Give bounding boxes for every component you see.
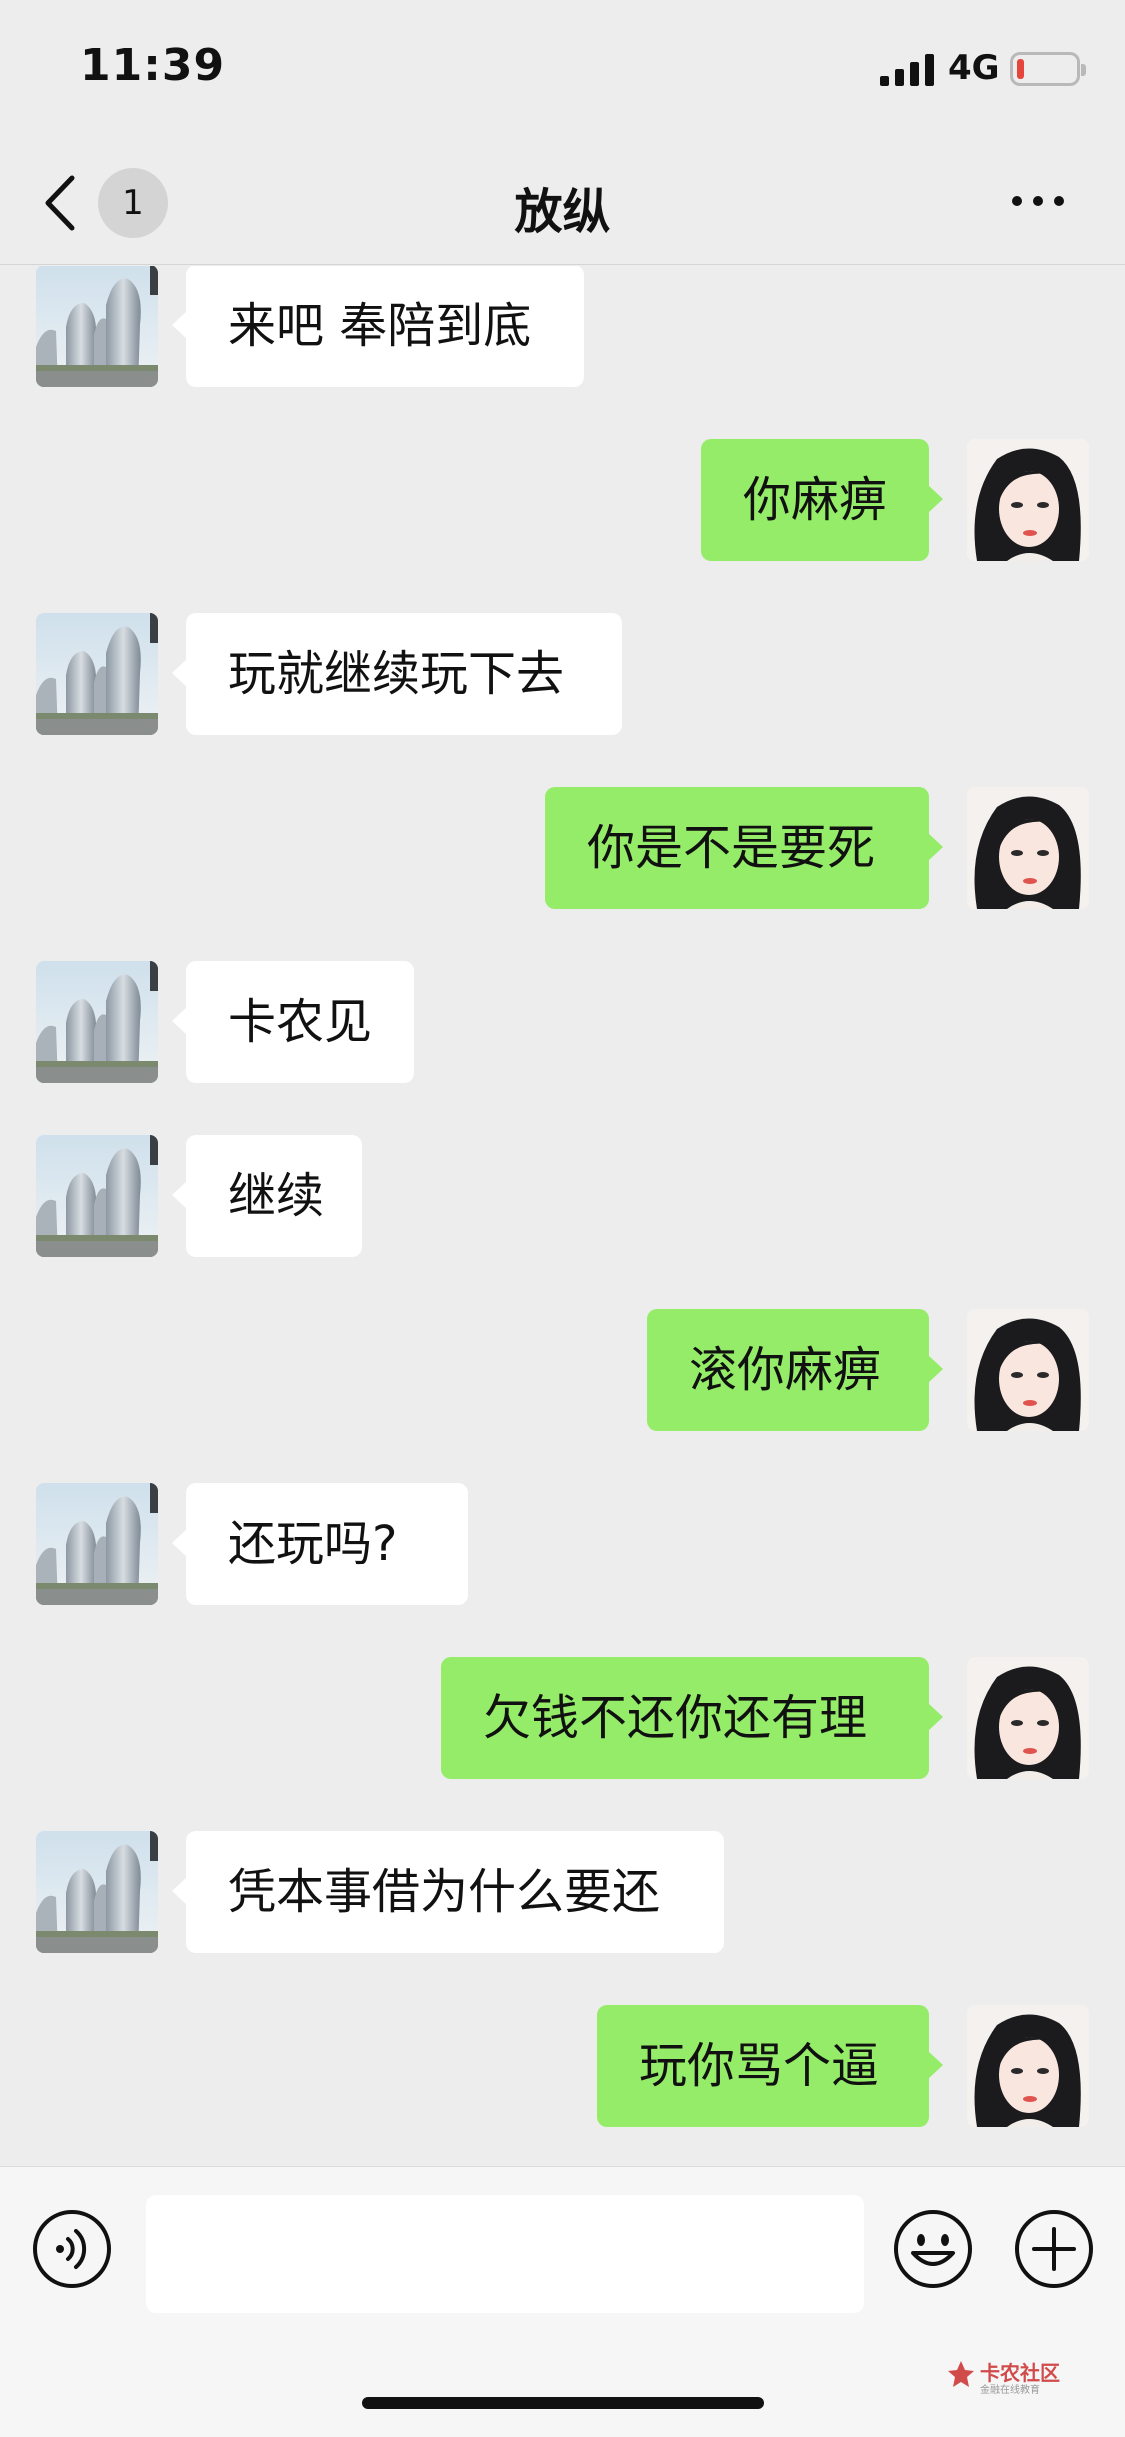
signal-icon — [880, 54, 934, 86]
received-message: 玩就继续玩下去 — [0, 613, 1125, 735]
chat-header: 1 放纵 — [0, 140, 1125, 265]
message-bubble[interactable]: 欠钱不还你还有理 — [441, 1657, 943, 1779]
my-avatar[interactable] — [967, 787, 1089, 909]
message-bubble[interactable]: 玩就继续玩下去 — [172, 613, 622, 735]
my-avatar[interactable] — [967, 1657, 1089, 1779]
network-type: 4G — [948, 48, 1000, 88]
received-message: 还玩吗? — [0, 1483, 1125, 1605]
my-avatar[interactable] — [967, 1309, 1089, 1431]
contact-avatar[interactable] — [36, 266, 158, 387]
message-input[interactable] — [146, 2195, 864, 2313]
my-avatar[interactable] — [967, 439, 1089, 561]
my-avatar[interactable] — [967, 2005, 1089, 2127]
message-list[interactable]: 来吧 奉陪到底 你麻痹 玩就继续玩下去 你是不是要死 卡农见 继续 滚你麻痹 还… — [0, 266, 1125, 2164]
message-bubble[interactable]: 凭本事借为什么要还 — [172, 1831, 724, 1953]
contact-avatar[interactable] — [36, 961, 158, 1083]
battery-level — [1017, 59, 1024, 79]
battery-icon — [1010, 52, 1086, 86]
contact-avatar[interactable] — [36, 1831, 158, 1953]
sent-message: 滚你麻痹 — [0, 1309, 1125, 1431]
contact-avatar[interactable] — [36, 1483, 158, 1605]
status-time: 11:39 — [80, 40, 226, 91]
watermark-logo-icon — [948, 2361, 974, 2387]
message-bubble[interactable]: 玩你骂个逼 — [597, 2005, 943, 2127]
dot-icon — [1012, 196, 1022, 206]
message-bubble[interactable]: 你麻痹 — [701, 439, 943, 561]
contact-avatar[interactable] — [36, 613, 158, 735]
received-message: 凭本事借为什么要还 — [0, 1831, 1125, 1953]
message-bubble[interactable]: 你是不是要死 — [545, 787, 943, 909]
more-options-button[interactable] — [1008, 185, 1068, 215]
dot-icon — [1033, 196, 1043, 206]
contact-avatar[interactable] — [36, 1135, 158, 1257]
sent-message: 你麻痹 — [0, 439, 1125, 561]
input-bar: 卡农社区 金融在线教育 — [0, 2166, 1125, 2437]
watermark: 卡农社区 金融在线教育 — [946, 2357, 1066, 2397]
received-message: 继续 — [0, 1135, 1125, 1257]
watermark-tagline: 金融在线教育 — [980, 2385, 1040, 2396]
status-bar: 11:39 4G — [0, 0, 1125, 140]
message-bubble[interactable]: 卡农见 — [172, 961, 414, 1083]
dot-icon — [1054, 196, 1064, 206]
chat-title: 放纵 — [514, 184, 611, 240]
sent-message: 玩你骂个逼 — [0, 2005, 1125, 2127]
received-message: 卡农见 — [0, 961, 1125, 1083]
emoji-icon[interactable] — [893, 2209, 973, 2289]
message-bubble[interactable]: 来吧 奉陪到底 — [172, 266, 584, 387]
home-indicator — [362, 2397, 764, 2409]
received-message: 来吧 奉陪到底 — [0, 266, 1125, 387]
voice-icon[interactable] — [32, 2209, 112, 2289]
message-bubble[interactable]: 继续 — [172, 1135, 362, 1257]
sent-message: 欠钱不还你还有理 — [0, 1657, 1125, 1779]
plus-icon[interactable] — [1014, 2209, 1094, 2289]
sent-message: 你是不是要死 — [0, 787, 1125, 909]
message-bubble[interactable]: 滚你麻痹 — [647, 1309, 943, 1431]
message-bubble[interactable]: 还玩吗? — [172, 1483, 468, 1605]
